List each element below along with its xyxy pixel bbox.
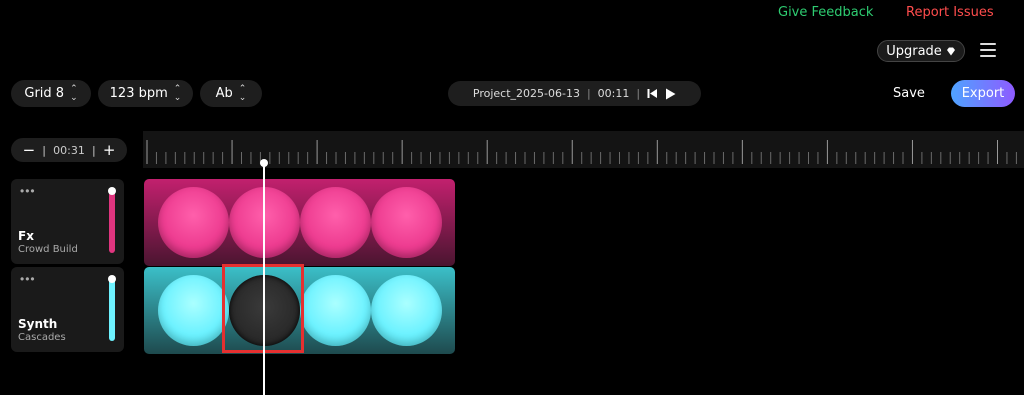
ellipsis-icon[interactable]: ••• bbox=[20, 272, 36, 286]
upgrade-button[interactable]: Upgrade bbox=[877, 40, 965, 62]
project-transport: Project_2025-06-13 | 00:11 | bbox=[448, 81, 701, 106]
report-issues-link[interactable]: Report Issues bbox=[906, 5, 994, 20]
clip-pad[interactable] bbox=[300, 187, 371, 258]
export-label: Export bbox=[961, 86, 1005, 101]
ruler-ticks bbox=[146, 140, 1017, 164]
playhead[interactable] bbox=[263, 162, 265, 395]
track-subtitle: Cascades bbox=[18, 332, 66, 343]
zoom-control: − | 00:31 | + bbox=[11, 138, 127, 162]
timeline-ruler[interactable] bbox=[143, 131, 1024, 168]
grid-label: Grid 8 bbox=[24, 86, 65, 101]
bpm-select[interactable]: 123 bpm ⌃ ⌄ bbox=[98, 80, 193, 107]
clip-pad[interactable] bbox=[371, 187, 442, 258]
divider: | bbox=[42, 143, 46, 157]
volume-slider[interactable] bbox=[109, 189, 115, 253]
clip-pad[interactable] bbox=[300, 275, 371, 346]
key-select[interactable]: Ab ⌃ ⌄ bbox=[200, 80, 262, 107]
playhead-handle[interactable] bbox=[260, 159, 268, 167]
grid-select[interactable]: Grid 8 ⌃ ⌄ bbox=[11, 80, 91, 107]
chevron-updown-icon: ⌃ ⌄ bbox=[70, 83, 78, 103]
export-button[interactable]: Export bbox=[951, 80, 1015, 107]
track-lane-fx[interactable] bbox=[144, 179, 455, 266]
divider: | bbox=[91, 143, 96, 157]
project-name[interactable]: Project_2025-06-13 bbox=[473, 87, 580, 100]
zoom-out-button[interactable]: − bbox=[23, 141, 36, 159]
track-header-synth[interactable]: ••• Synth Cascades bbox=[11, 267, 124, 352]
track-header-fx[interactable]: ••• Fx Crowd Build bbox=[11, 179, 124, 264]
give-feedback-link[interactable]: Give Feedback bbox=[778, 5, 873, 20]
volume-handle[interactable] bbox=[108, 275, 116, 283]
clip-pad[interactable] bbox=[371, 275, 442, 346]
play-icon[interactable] bbox=[665, 88, 676, 100]
timeline-duration: 00:31 bbox=[53, 143, 85, 157]
track-name: Fx bbox=[18, 229, 34, 243]
divider: | bbox=[636, 87, 641, 100]
track-subtitle: Crowd Build bbox=[18, 244, 78, 255]
skip-back-icon[interactable] bbox=[647, 88, 658, 99]
volume-slider[interactable] bbox=[109, 277, 115, 341]
hamburger-icon[interactable] bbox=[980, 43, 996, 57]
zoom-in-button[interactable]: + bbox=[103, 141, 116, 159]
clip-pad[interactable] bbox=[158, 187, 229, 258]
ellipsis-icon[interactable]: ••• bbox=[20, 184, 36, 198]
save-button[interactable]: Save bbox=[893, 86, 925, 101]
clip-pad[interactable] bbox=[158, 275, 229, 346]
upgrade-label: Upgrade bbox=[886, 43, 942, 59]
divider: | bbox=[586, 87, 591, 100]
gem-icon bbox=[946, 47, 955, 55]
volume-handle[interactable] bbox=[108, 187, 116, 195]
bpm-label: 123 bpm bbox=[109, 86, 168, 101]
chevron-updown-icon: ⌃ ⌄ bbox=[238, 83, 247, 103]
track-name: Synth bbox=[18, 317, 58, 331]
current-time: 00:11 bbox=[597, 87, 630, 100]
chevron-updown-icon: ⌃ ⌄ bbox=[173, 83, 182, 103]
key-label: Ab bbox=[215, 86, 233, 101]
